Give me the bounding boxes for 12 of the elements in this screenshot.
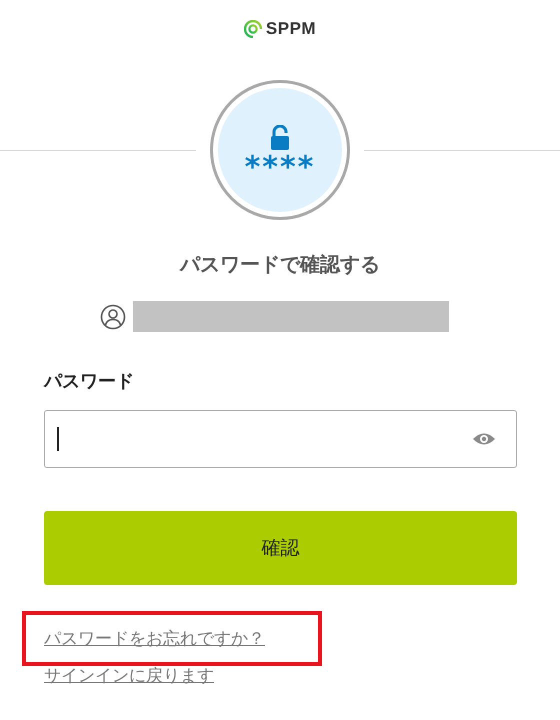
eye-icon[interactable] — [472, 431, 496, 447]
field-label: パスワード — [44, 370, 135, 394]
password-field[interactable] — [44, 410, 517, 468]
user-icon — [100, 304, 126, 330]
logo-icon — [244, 20, 262, 38]
masked-password-text: **** — [244, 153, 316, 183]
confirm-button[interactable]: 確認 — [44, 511, 517, 585]
page-title: パスワードで確認する — [178, 251, 381, 278]
text-link[interactable]: サインインに戻ります — [44, 664, 214, 687]
unlocked-padlock-icon — [270, 125, 290, 151]
logo-text: SPPM — [266, 19, 316, 39]
text-link[interactable]: パスワードをお忘れですか？ — [44, 627, 265, 650]
